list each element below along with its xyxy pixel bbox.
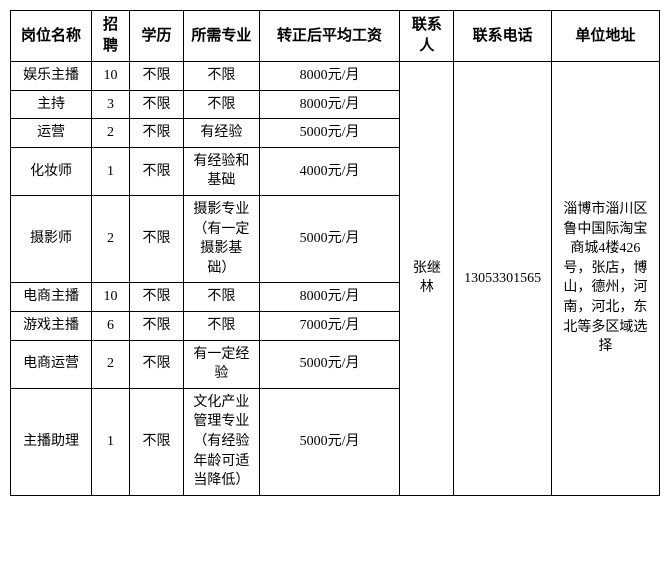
cell-position: 摄影师 xyxy=(11,195,92,282)
cell-education: 不限 xyxy=(129,90,183,119)
cell-position: 主播助理 xyxy=(11,388,92,495)
cell-position: 运营 xyxy=(11,119,92,148)
table-row: 娱乐主播 10 不限 不限 8000元/月 张继林 13053301565 淄博… xyxy=(11,62,660,91)
job-listing-table: 岗位名称 招聘 学历 所需专业 转正后平均工资 联系人 联系电话 单位地址 娱乐… xyxy=(10,10,660,496)
cell-count: 1 xyxy=(92,147,130,195)
header-phone: 联系电话 xyxy=(454,11,551,62)
cell-major: 文化产业管理专业（有经验年龄可适当降低） xyxy=(184,388,260,495)
cell-salary: 5000元/月 xyxy=(259,119,400,148)
cell-position: 电商主播 xyxy=(11,283,92,312)
header-major: 所需专业 xyxy=(184,11,260,62)
cell-education: 不限 xyxy=(129,340,183,388)
cell-salary: 8000元/月 xyxy=(259,90,400,119)
cell-count: 3 xyxy=(92,90,130,119)
header-position: 岗位名称 xyxy=(11,11,92,62)
cell-major: 不限 xyxy=(184,311,260,340)
cell-count: 10 xyxy=(92,283,130,312)
cell-position: 化妆师 xyxy=(11,147,92,195)
cell-major: 不限 xyxy=(184,62,260,91)
cell-count: 6 xyxy=(92,311,130,340)
cell-education: 不限 xyxy=(129,283,183,312)
cell-major: 有经验和基础 xyxy=(184,147,260,195)
cell-position: 电商运营 xyxy=(11,340,92,388)
cell-position: 主持 xyxy=(11,90,92,119)
cell-salary: 5000元/月 xyxy=(259,340,400,388)
cell-count: 1 xyxy=(92,388,130,495)
cell-position: 游戏主播 xyxy=(11,311,92,340)
cell-salary: 5000元/月 xyxy=(259,195,400,282)
cell-count: 2 xyxy=(92,340,130,388)
table-header-row: 岗位名称 招聘 学历 所需专业 转正后平均工资 联系人 联系电话 单位地址 xyxy=(11,11,660,62)
cell-education: 不限 xyxy=(129,119,183,148)
cell-contact-address: 淄博市淄川区鲁中国际淘宝商城4楼426号，张店，博山，德州，河南，河北，东北等多… xyxy=(551,62,659,496)
cell-count: 2 xyxy=(92,119,130,148)
cell-contact-name: 张继林 xyxy=(400,62,454,496)
table-body: 娱乐主播 10 不限 不限 8000元/月 张继林 13053301565 淄博… xyxy=(11,62,660,496)
cell-salary: 5000元/月 xyxy=(259,388,400,495)
cell-count: 10 xyxy=(92,62,130,91)
header-address: 单位地址 xyxy=(551,11,659,62)
cell-salary: 8000元/月 xyxy=(259,283,400,312)
header-salary: 转正后平均工资 xyxy=(259,11,400,62)
cell-count: 2 xyxy=(92,195,130,282)
header-education: 学历 xyxy=(129,11,183,62)
cell-education: 不限 xyxy=(129,311,183,340)
cell-contact-phone: 13053301565 xyxy=(454,62,551,496)
cell-salary: 8000元/月 xyxy=(259,62,400,91)
cell-education: 不限 xyxy=(129,147,183,195)
cell-major: 不限 xyxy=(184,90,260,119)
cell-salary: 7000元/月 xyxy=(259,311,400,340)
cell-education: 不限 xyxy=(129,195,183,282)
header-contact: 联系人 xyxy=(400,11,454,62)
cell-position: 娱乐主播 xyxy=(11,62,92,91)
header-count: 招聘 xyxy=(92,11,130,62)
cell-major: 不限 xyxy=(184,283,260,312)
cell-education: 不限 xyxy=(129,62,183,91)
cell-salary: 4000元/月 xyxy=(259,147,400,195)
cell-education: 不限 xyxy=(129,388,183,495)
cell-major: 有一定经验 xyxy=(184,340,260,388)
cell-major: 摄影专业（有一定摄影基础） xyxy=(184,195,260,282)
cell-major: 有经验 xyxy=(184,119,260,148)
